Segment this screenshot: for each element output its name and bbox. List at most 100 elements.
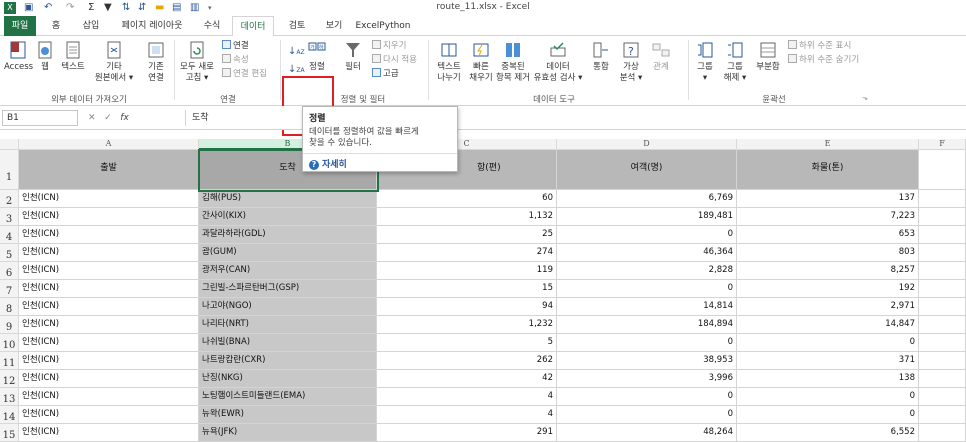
remove-duplicates-button[interactable]: 중복된 항목 제거: [496, 40, 530, 84]
cell-flights[interactable]: 4: [377, 388, 557, 406]
row-header[interactable]: 9: [0, 316, 19, 334]
cell-cargo[interactable]: 138: [737, 370, 919, 388]
cell-passengers[interactable]: 48,264: [557, 424, 737, 442]
cell-passengers[interactable]: 0: [557, 226, 737, 244]
row-header[interactable]: 12: [0, 370, 19, 388]
cell-flights[interactable]: 25: [377, 226, 557, 244]
insert-function-icon[interactable]: fx: [120, 113, 129, 123]
cell-flights[interactable]: 119: [377, 262, 557, 280]
tab-file[interactable]: 파일: [4, 16, 36, 36]
cell-cargo[interactable]: 8,257: [737, 262, 919, 280]
cell-to[interactable]: 나쉬빌(BNA): [199, 334, 377, 352]
relationships-button[interactable]: 관계: [648, 40, 674, 73]
row-header[interactable]: 11: [0, 352, 19, 370]
cell-to[interactable]: 뉴욕(JFK): [199, 424, 377, 442]
tab-data[interactable]: 데이터: [232, 16, 274, 37]
row-header[interactable]: 15: [0, 424, 19, 442]
flash-fill-button[interactable]: 빠른 채우기: [466, 40, 496, 84]
cell-to[interactable]: 나리타(NRT): [199, 316, 377, 334]
cell-flights[interactable]: 1,232: [377, 316, 557, 334]
cell-cargo[interactable]: 653: [737, 226, 919, 244]
cell-from[interactable]: 인천(ICN): [19, 190, 199, 208]
grid-cell[interactable]: [919, 352, 966, 370]
hide-detail-button[interactable]: 하위 수준 숨기기: [788, 54, 859, 66]
refresh-all-button[interactable]: 모두 새로 고침 ▾: [178, 40, 216, 84]
name-box[interactable]: B1: [2, 110, 78, 126]
cell-to[interactable]: 나트랑캄란(CXR): [199, 352, 377, 370]
grid-cell[interactable]: [919, 370, 966, 388]
filter-button[interactable]: 필터: [340, 40, 366, 73]
sort-ascending-button[interactable]: ↓AZ: [288, 46, 305, 59]
cell-from[interactable]: 인천(ICN): [19, 244, 199, 262]
cell-from[interactable]: 인천(ICN): [19, 262, 199, 280]
row-header[interactable]: 5: [0, 244, 19, 262]
tell-me-more-link[interactable]: ? 자세히: [309, 157, 451, 170]
cancel-icon[interactable]: ✕: [88, 113, 96, 123]
tab-view[interactable]: 보기: [320, 16, 348, 36]
cell-from[interactable]: 인천(ICN): [19, 406, 199, 424]
cell-from[interactable]: 인천(ICN): [19, 226, 199, 244]
data-validation-button[interactable]: 데이터 유효성 검사 ▾: [532, 40, 584, 84]
enter-icon[interactable]: ✓: [104, 113, 112, 123]
cell-to[interactable]: 광저우(CAN): [199, 262, 377, 280]
grid-cell[interactable]: [919, 388, 966, 406]
cell-cargo[interactable]: 371: [737, 352, 919, 370]
cell-to[interactable]: 과달라하라(GDL): [199, 226, 377, 244]
cell-to[interactable]: 노팅햄이스트미들랜드(EMA): [199, 388, 377, 406]
tab-review[interactable]: 검토: [282, 16, 312, 36]
grid-cell[interactable]: [919, 406, 966, 424]
cell-cargo[interactable]: 0: [737, 406, 919, 424]
cell-flights[interactable]: 15: [377, 280, 557, 298]
grid-cell[interactable]: [919, 298, 966, 316]
header-cell-cargo[interactable]: 화물(톤): [737, 150, 919, 190]
row-header[interactable]: 2: [0, 190, 19, 208]
clear-filter-button[interactable]: 지우기: [372, 40, 406, 52]
cell-passengers[interactable]: 46,364: [557, 244, 737, 262]
grid-cell[interactable]: [919, 190, 966, 208]
cell-flights[interactable]: 4: [377, 406, 557, 424]
text-button[interactable]: 텍스트: [58, 40, 88, 73]
cell-flights[interactable]: 291: [377, 424, 557, 442]
tab-insert[interactable]: 삽입: [76, 16, 106, 36]
cell-from[interactable]: 인천(ICN): [19, 334, 199, 352]
cell-passengers[interactable]: 0: [557, 280, 737, 298]
grid-cell[interactable]: [919, 316, 966, 334]
cell-from[interactable]: 인천(ICN): [19, 316, 199, 334]
cell-from[interactable]: 인천(ICN): [19, 370, 199, 388]
access-button[interactable]: Access: [4, 40, 33, 73]
cell-passengers[interactable]: 0: [557, 334, 737, 352]
cell-flights[interactable]: 42: [377, 370, 557, 388]
column-header-e[interactable]: E: [737, 139, 919, 150]
header-cell-from[interactable]: 출발: [19, 150, 199, 190]
column-header-a[interactable]: A: [19, 139, 199, 150]
cell-cargo[interactable]: 192: [737, 280, 919, 298]
header-cell-passengers[interactable]: 여객(명): [557, 150, 737, 190]
cell-to[interactable]: 김해(PUS): [199, 190, 377, 208]
cell-from[interactable]: 인천(ICN): [19, 424, 199, 442]
grid-cell[interactable]: [919, 208, 966, 226]
cell-passengers[interactable]: 14,814: [557, 298, 737, 316]
cell-cargo[interactable]: 14,847: [737, 316, 919, 334]
cell-cargo[interactable]: 0: [737, 334, 919, 352]
grid-cell[interactable]: [919, 262, 966, 280]
cell-passengers[interactable]: 0: [557, 388, 737, 406]
row-header[interactable]: 8: [0, 298, 19, 316]
cell-cargo[interactable]: 137: [737, 190, 919, 208]
tab-formulas[interactable]: 수식: [198, 16, 226, 36]
cell-to[interactable]: 뉴왁(EWR): [199, 406, 377, 424]
cell-passengers[interactable]: 2,828: [557, 262, 737, 280]
grid-cell[interactable]: [919, 424, 966, 442]
row-header[interactable]: 3: [0, 208, 19, 226]
grid-cell[interactable]: [919, 280, 966, 298]
cell-from[interactable]: 인천(ICN): [19, 388, 199, 406]
column-header-d[interactable]: D: [557, 139, 737, 150]
row-header-1[interactable]: 1: [0, 150, 19, 190]
cell-from[interactable]: 인천(ICN): [19, 352, 199, 370]
cell-to[interactable]: 나고야(NGO): [199, 298, 377, 316]
grid-cell[interactable]: [919, 244, 966, 262]
cell-flights[interactable]: 1,132: [377, 208, 557, 226]
cell-passengers[interactable]: 189,481: [557, 208, 737, 226]
tab-excelpython[interactable]: ExcelPython: [354, 16, 412, 36]
cell-passengers[interactable]: 6,769: [557, 190, 737, 208]
edit-links-button[interactable]: 연결 편집: [222, 68, 267, 80]
